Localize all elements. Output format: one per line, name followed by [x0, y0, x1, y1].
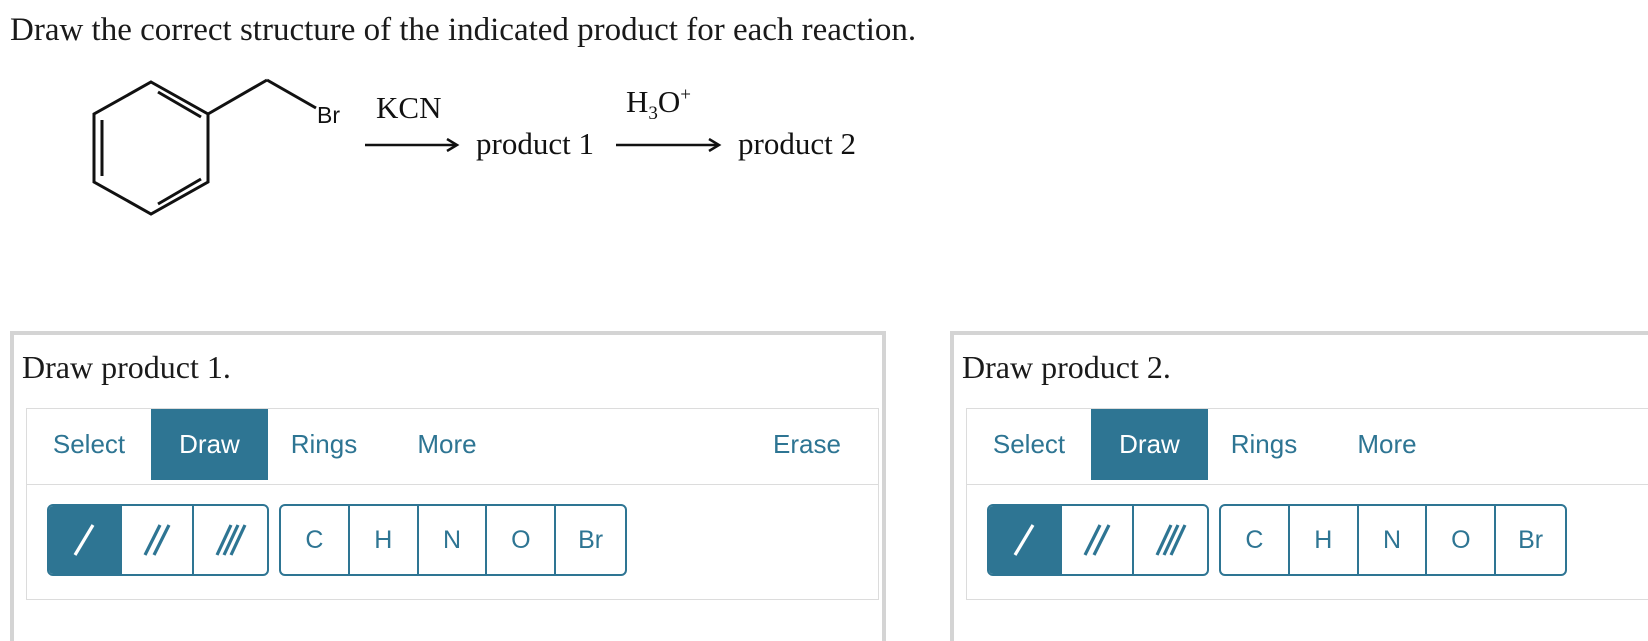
tool-palette: C H N O Br: [26, 483, 879, 600]
instruction-text: Draw the correct structure of the indica…: [10, 12, 917, 48]
reagent-h3o-o: O: [657, 84, 681, 119]
double-bond-icon[interactable]: [122, 506, 195, 574]
atom-n-button[interactable]: N: [419, 506, 488, 574]
tab-select[interactable]: Select: [967, 409, 1091, 480]
triple-bond-icon[interactable]: [194, 506, 267, 574]
double-bond-icon[interactable]: [1062, 506, 1135, 574]
tab-select[interactable]: Select: [27, 409, 151, 480]
atom-n-button[interactable]: N: [1359, 506, 1428, 574]
bond-tools: [47, 504, 269, 576]
reagent-h3o: H3O+: [626, 84, 691, 125]
benzyl-bromide-structure: [92, 78, 317, 216]
atom-c-button[interactable]: C: [281, 506, 350, 574]
panel-title: Draw product 1.: [22, 349, 231, 385]
editor-toolbar: Select Draw Rings More: [966, 408, 1648, 485]
reagent-h3o-sup: +: [680, 84, 691, 106]
tab-draw[interactable]: Draw: [151, 409, 268, 480]
atom-h-button[interactable]: H: [350, 506, 419, 574]
single-bond-icon[interactable]: [989, 506, 1062, 574]
reagent-h3o-h: H: [626, 84, 649, 119]
bond-tools: [987, 504, 1209, 576]
panel-title: Draw product 2.: [962, 349, 1171, 385]
product-1-label: product 1: [476, 126, 594, 161]
tab-more[interactable]: More: [397, 409, 497, 480]
bromine-label: Br: [317, 102, 340, 128]
tab-rings[interactable]: Rings: [274, 409, 374, 480]
atom-tools: C H N O Br: [1219, 504, 1567, 576]
product-2-panel: Draw product 2. Select Draw Rings More C…: [950, 331, 1648, 641]
product-1-panel: Draw product 1. Select Draw Rings More E…: [10, 331, 886, 641]
triple-bond-icon[interactable]: [1134, 506, 1207, 574]
single-bond-icon[interactable]: [49, 506, 122, 574]
product-2-label: product 2: [738, 126, 856, 161]
atom-o-button[interactable]: O: [487, 506, 557, 574]
atom-br-button[interactable]: Br: [556, 506, 625, 574]
reaction-arrow-2: [616, 138, 722, 152]
tab-more[interactable]: More: [1337, 409, 1437, 480]
atom-br-button[interactable]: Br: [1496, 506, 1565, 574]
tool-palette: C H N O Br: [966, 483, 1648, 600]
reagent-h3o-sub: 3: [648, 103, 658, 125]
reaction-scheme: Br KCN product 1 H3O+ product 2: [80, 70, 980, 230]
atom-tools: C H N O Br: [279, 504, 627, 576]
reaction-arrow-1: [365, 138, 460, 152]
reagent-kcn: KCN: [376, 90, 442, 125]
editor-toolbar: Select Draw Rings More Erase: [26, 408, 879, 485]
tab-draw[interactable]: Draw: [1091, 409, 1208, 480]
tab-rings[interactable]: Rings: [1214, 409, 1314, 480]
erase-button[interactable]: Erase: [752, 409, 862, 480]
atom-h-button[interactable]: H: [1290, 506, 1359, 574]
atom-c-button[interactable]: C: [1221, 506, 1290, 574]
atom-o-button[interactable]: O: [1427, 506, 1497, 574]
